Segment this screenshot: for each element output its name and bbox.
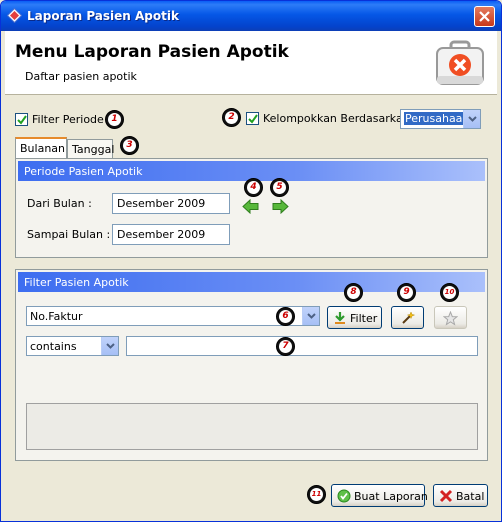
callout-badge-9: 9 bbox=[397, 283, 416, 302]
report-window: Laporan Pasien Apotik Menu Laporan Pasie… bbox=[0, 0, 502, 522]
callout-badge-5: 5 bbox=[270, 178, 289, 197]
dari-bulan-input[interactable]: Desember 2009 bbox=[112, 193, 230, 214]
buat-laporan-label: Buat Laporan bbox=[354, 490, 428, 503]
buat-laporan-button[interactable]: Buat Laporan bbox=[331, 484, 428, 507]
magic-wand-button[interactable] bbox=[391, 306, 424, 329]
chevron-down-icon bbox=[307, 313, 316, 319]
callout-badge-7: 7 bbox=[276, 337, 295, 356]
ok-check-icon bbox=[337, 489, 351, 503]
filter-field-value: No.Faktur bbox=[30, 310, 83, 323]
filter-button[interactable]: Filter bbox=[327, 306, 382, 329]
callout-badge-4: 4 bbox=[244, 178, 263, 197]
chevron-down-icon bbox=[468, 116, 477, 122]
batal-button[interactable]: Batal bbox=[433, 484, 488, 507]
filter-operator-dropdown-button[interactable] bbox=[101, 337, 118, 355]
group-by-dropdown-button[interactable] bbox=[463, 110, 480, 128]
filter-periode-label: Filter Periode bbox=[32, 113, 104, 126]
filter-periode-checkbox[interactable] bbox=[15, 113, 28, 126]
group-by-value: Perusahaan bbox=[404, 112, 471, 125]
callout-badge-3: 3 bbox=[120, 136, 139, 155]
checkmark-icon bbox=[248, 114, 258, 124]
previous-month-arrow-icon[interactable] bbox=[242, 199, 259, 214]
next-month-arrow-icon[interactable] bbox=[272, 199, 289, 214]
callout-badge-8: 8 bbox=[344, 283, 363, 302]
sampai-bulan-input[interactable]: Desember 2009 bbox=[112, 224, 230, 245]
download-arrow-icon bbox=[335, 312, 345, 324]
callout-badge-1: 1 bbox=[105, 110, 124, 129]
callout-badge-6: 6 bbox=[276, 307, 295, 326]
kelompokkan-checkbox[interactable] bbox=[246, 112, 259, 125]
cancel-x-icon bbox=[439, 489, 453, 503]
filter-operator-select[interactable]: contains bbox=[26, 336, 119, 356]
title-bar[interactable]: Laporan Pasien Apotik bbox=[1, 1, 501, 31]
page-title: Menu Laporan Pasien Apotik bbox=[15, 42, 289, 62]
first-aid-kit-icon bbox=[436, 40, 484, 85]
callout-badge-10: 10 bbox=[440, 283, 459, 302]
checkmark-icon bbox=[17, 115, 27, 125]
dari-bulan-label: Dari Bulan : bbox=[27, 197, 92, 210]
kelompokkan-label: Kelompokkan Berdasarkan : bbox=[263, 112, 417, 125]
tab-panel-bulanan: Periode Pasien Apotik Dari Bulan : Desem… bbox=[15, 158, 488, 258]
filter-field-dropdown-button[interactable] bbox=[302, 307, 319, 325]
magic-wand-icon bbox=[402, 311, 415, 324]
page-header: Menu Laporan Pasien Apotik Daftar pasien… bbox=[5, 31, 497, 95]
page-subtitle: Daftar pasien apotik bbox=[25, 70, 137, 83]
chevron-down-icon bbox=[106, 343, 115, 349]
batal-label: Batal bbox=[456, 490, 485, 503]
group-by-select[interactable]: Perusahaan bbox=[400, 109, 481, 129]
close-button[interactable] bbox=[474, 6, 495, 27]
filter-panel: Filter Pasien Apotik No.Faktur 6 8 Filte… bbox=[15, 269, 488, 461]
star-icon bbox=[443, 311, 458, 326]
sampai-bulan-label: Sampai Bulan : bbox=[27, 228, 111, 241]
tab-bulanan[interactable]: Bulanan bbox=[15, 137, 67, 159]
app-icon bbox=[7, 8, 22, 23]
tab-tanggal[interactable]: Tanggal bbox=[67, 139, 114, 159]
filter-criteria-list[interactable] bbox=[26, 403, 478, 450]
window-title: Laporan Pasien Apotik bbox=[27, 9, 179, 23]
close-icon bbox=[479, 11, 490, 22]
callout-badge-2: 2 bbox=[222, 108, 241, 127]
callout-badge-11: 11 bbox=[307, 485, 326, 504]
filter-value-input[interactable] bbox=[126, 336, 478, 356]
filter-operator-value: contains bbox=[30, 340, 77, 353]
favorite-button[interactable] bbox=[434, 306, 467, 329]
filter-button-label: Filter bbox=[350, 312, 378, 325]
